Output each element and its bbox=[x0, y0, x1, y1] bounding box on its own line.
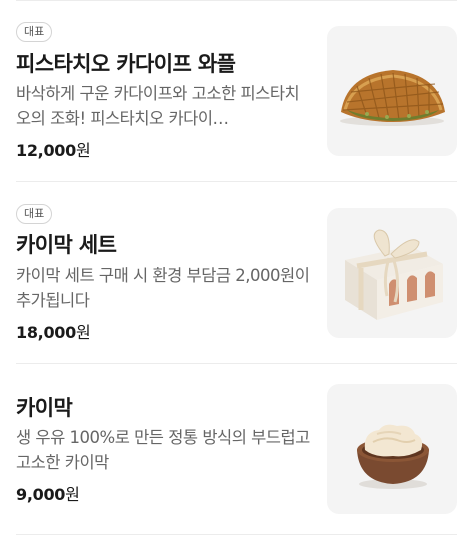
price-value: 18,000 bbox=[16, 323, 76, 342]
menu-item-price: 9,000원 bbox=[16, 481, 80, 505]
menu-item-kaymak-set[interactable]: 대표 카이막 세트 카이막 세트 구매 시 환경 부담금 2,000원이 추가됩… bbox=[0, 182, 467, 363]
kaymak-bowl-photo-icon bbox=[357, 424, 429, 489]
menu-item-price: 12,000원 bbox=[16, 137, 91, 161]
menu-item-description: 카이막 세트 구매 시 환경 부담금 2,000원이 추가됩니다 bbox=[16, 266, 310, 310]
waffle-photo-icon bbox=[340, 70, 445, 126]
price-value: 9,000 bbox=[16, 485, 66, 504]
gift-box-photo-icon bbox=[345, 229, 443, 320]
price-currency: 원 bbox=[65, 485, 80, 504]
menu-item-description: 바삭하게 구운 카다이프와 고소한 피스타치오의 조화! 피스타치오 카다이… bbox=[16, 84, 300, 128]
menu-item-description: 생 우유 100%로 만든 정통 방식의 부드럽고 고소한 카이막 bbox=[16, 428, 310, 472]
waffle-image[interactable] bbox=[327, 26, 457, 156]
divider bbox=[16, 534, 457, 535]
kaymak-image[interactable] bbox=[327, 384, 457, 514]
menu-item-price: 18,000원 bbox=[16, 319, 91, 343]
signature-badge: 대표 bbox=[16, 204, 53, 224]
menu-item-title: 카이막 bbox=[16, 396, 73, 420]
menu-item-title: 카이막 세트 bbox=[16, 233, 117, 257]
price-currency: 원 bbox=[75, 323, 91, 342]
menu-item-pistachio-waffle[interactable]: 대표 피스타치오 카다이프 와플 바삭하게 구운 카다이프와 고소한 피스타치오… bbox=[0, 1, 467, 181]
kaymak-set-image[interactable] bbox=[327, 208, 457, 338]
menu-item-title: 피스타치오 카다이프 와플 bbox=[16, 52, 236, 76]
price-value: 12,000 bbox=[16, 141, 76, 160]
price-currency: 원 bbox=[75, 141, 91, 160]
menu-item-kaymak[interactable]: 카이막 생 우유 100%로 만든 정통 방식의 부드럽고 고소한 카이막 9,… bbox=[0, 364, 467, 534]
signature-badge: 대표 bbox=[16, 22, 53, 42]
menu-list: 대표 피스타치오 카다이프 와플 바삭하게 구운 카다이프와 고소한 피스타치오… bbox=[0, 0, 467, 548]
